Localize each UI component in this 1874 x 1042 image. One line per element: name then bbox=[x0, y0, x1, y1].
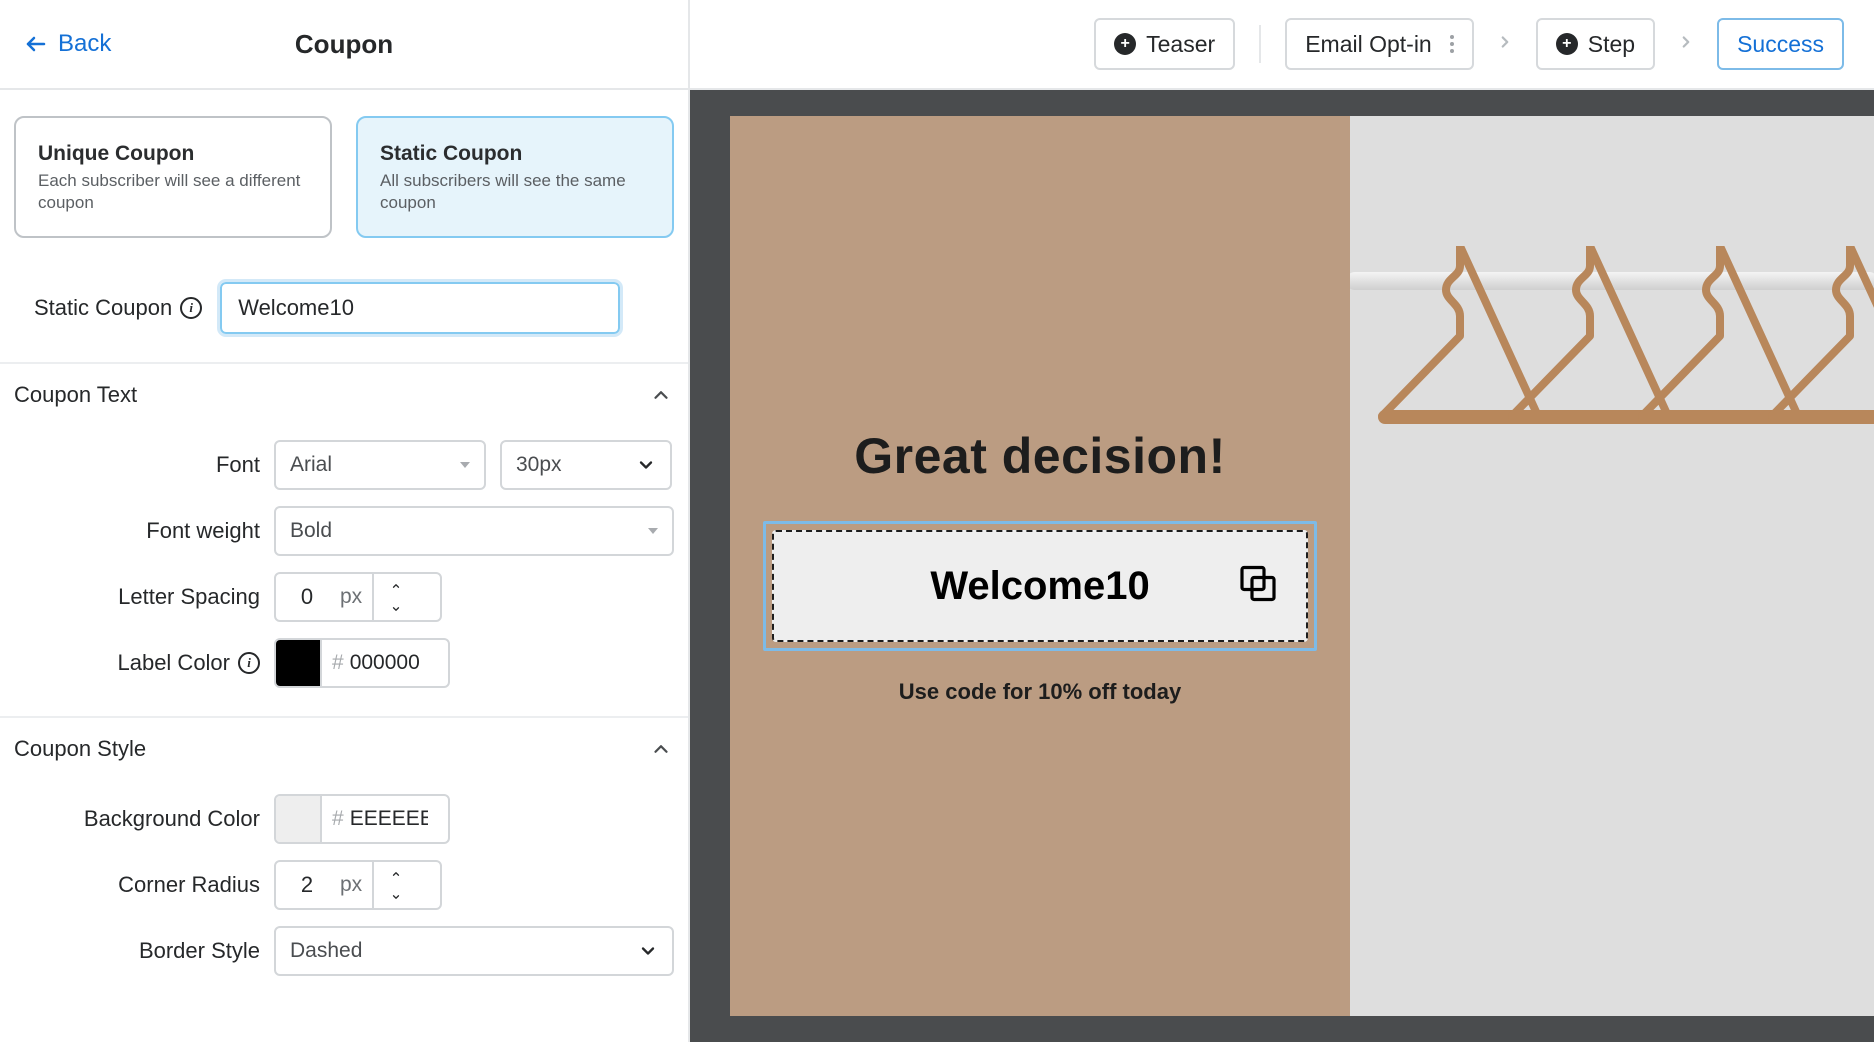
corner-radius-label: Corner Radius bbox=[14, 872, 260, 898]
chevron-up-icon bbox=[648, 736, 674, 762]
font-weight-select[interactable]: Bold bbox=[274, 506, 674, 556]
font-weight-label: Font weight bbox=[14, 518, 260, 544]
caret-down-icon bbox=[460, 462, 470, 468]
preview-popup: Great decision! Welcome10 Use code for 1… bbox=[730, 116, 1350, 1016]
border-style-select[interactable]: Dashed bbox=[274, 926, 674, 976]
copy-icon[interactable] bbox=[1234, 560, 1282, 613]
color-swatch[interactable] bbox=[276, 796, 322, 842]
chevron-up-icon bbox=[648, 382, 674, 408]
coupon-style-section-title: Coupon Style bbox=[14, 736, 146, 762]
add-step-button[interactable]: + Step bbox=[1536, 18, 1655, 70]
font-family-select[interactable]: Arial bbox=[274, 440, 486, 490]
coupon-style-section-toggle[interactable]: Coupon Style bbox=[0, 718, 688, 780]
plus-circle-icon: + bbox=[1114, 33, 1136, 55]
teaser-step-button[interactable]: + Teaser bbox=[1094, 18, 1235, 70]
coupon-code-text: Welcome10 bbox=[930, 564, 1149, 609]
back-button[interactable]: Back bbox=[24, 30, 111, 58]
step-up-button[interactable] bbox=[374, 862, 418, 885]
preview-subtext: Use code for 10% off today bbox=[899, 679, 1181, 705]
info-icon[interactable]: i bbox=[238, 652, 260, 674]
letter-spacing-label: Letter Spacing bbox=[14, 584, 260, 610]
static-coupon-label: Static Coupon i bbox=[34, 295, 202, 321]
static-coupon-desc: All subscribers will see the same coupon bbox=[380, 170, 650, 214]
font-label: Font bbox=[14, 452, 260, 478]
preview-image bbox=[1350, 116, 1874, 1016]
border-style-label: Border Style bbox=[14, 938, 260, 964]
arrow-left-icon bbox=[24, 32, 48, 56]
coupon-text-section-toggle[interactable]: Coupon Text bbox=[0, 364, 688, 426]
static-coupon-title: Static Coupon bbox=[380, 142, 650, 166]
corner-radius-input[interactable] bbox=[276, 872, 330, 898]
kebab-icon[interactable] bbox=[1450, 35, 1454, 53]
page-title: Coupon bbox=[295, 29, 393, 60]
preview-canvas: Great decision! Welcome10 Use code for 1… bbox=[690, 90, 1874, 1042]
background-color-hex-input[interactable] bbox=[344, 807, 434, 831]
preview-headline: Great decision! bbox=[854, 427, 1226, 485]
unique-coupon-desc: Each subscriber will see a different cou… bbox=[38, 170, 308, 214]
step-down-button[interactable] bbox=[374, 597, 418, 620]
static-coupon-input[interactable] bbox=[220, 282, 620, 334]
coupon-box[interactable]: Welcome10 bbox=[772, 530, 1308, 642]
label-color-hex-input[interactable] bbox=[344, 651, 434, 675]
success-step-button[interactable]: Success bbox=[1717, 18, 1844, 70]
label-color-label: Label Color i bbox=[14, 650, 260, 676]
step-up-button[interactable] bbox=[374, 574, 418, 597]
letter-spacing-input[interactable] bbox=[276, 584, 330, 610]
plus-circle-icon: + bbox=[1556, 33, 1578, 55]
coupon-text-section-title: Coupon Text bbox=[14, 382, 137, 408]
color-swatch[interactable] bbox=[276, 640, 322, 686]
label-color-input[interactable]: # bbox=[274, 638, 450, 688]
background-color-input[interactable]: # bbox=[274, 794, 450, 844]
font-size-select[interactable]: 30px bbox=[500, 440, 672, 490]
chevron-right-icon bbox=[1492, 33, 1518, 56]
background-color-label: Background Color bbox=[14, 806, 260, 832]
corner-radius-stepper[interactable]: px bbox=[274, 860, 442, 910]
step-down-button[interactable] bbox=[374, 885, 418, 908]
unique-coupon-title: Unique Coupon bbox=[38, 142, 308, 166]
static-coupon-card[interactable]: Static Coupon All subscribers will see t… bbox=[356, 116, 674, 238]
coupon-selection-outline[interactable]: Welcome10 bbox=[763, 521, 1317, 651]
caret-down-icon bbox=[648, 528, 658, 534]
chevron-down-icon bbox=[638, 941, 658, 961]
chevron-right-icon bbox=[1673, 33, 1699, 56]
unique-coupon-card[interactable]: Unique Coupon Each subscriber will see a… bbox=[14, 116, 332, 238]
back-label: Back bbox=[58, 30, 111, 58]
email-optin-step-button[interactable]: Email Opt-in bbox=[1285, 18, 1474, 70]
letter-spacing-stepper[interactable]: px bbox=[274, 572, 442, 622]
chevron-down-icon bbox=[636, 455, 656, 475]
divider bbox=[1259, 25, 1261, 63]
info-icon[interactable]: i bbox=[180, 297, 202, 319]
